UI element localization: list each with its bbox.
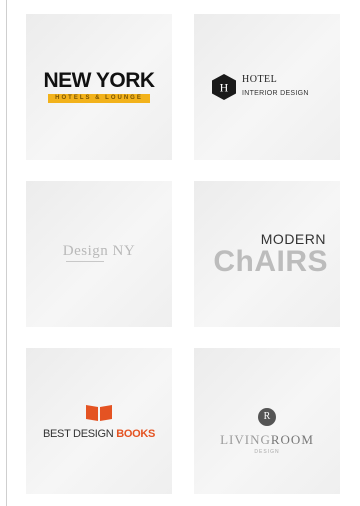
logo-tile-best-design-books[interactable]: BEST DESIGN BOOKS xyxy=(26,348,172,494)
hexagon-icon: H xyxy=(212,74,236,100)
logo-grid: NEW YORK HOTELS & LOUNGE H HOTEL INTERIO… xyxy=(26,14,342,494)
logo-tile-living-room[interactable]: R LIVINGROOM DESIGN xyxy=(194,348,340,494)
design-ny-underline xyxy=(66,261,104,262)
room-word: ROOM xyxy=(270,432,314,447)
books-prefix: BEST DESIGN xyxy=(42,428,117,440)
design-ny-title: Design NY xyxy=(62,243,136,259)
hotel-monogram: H xyxy=(220,81,229,95)
books-wordmark: BEST DESIGN BOOKS xyxy=(26,428,172,440)
living-word: LIVING xyxy=(220,432,271,447)
living-room-monogram: R xyxy=(258,408,276,426)
new-york-title: NEW YORK xyxy=(43,69,155,92)
left-border-line xyxy=(6,0,7,506)
books-highlight: BOOKS xyxy=(116,428,156,440)
open-book-icon xyxy=(86,405,112,421)
logo-tile-modern-chairs[interactable]: MODERN ChAIRS xyxy=(194,181,340,327)
chairs-word: ChAIRS xyxy=(213,245,328,278)
living-room-title: LIVINGROOM xyxy=(194,432,340,448)
hotel-title: HOTEL xyxy=(242,74,278,85)
hotel-subtitle: INTERIOR DESIGN xyxy=(242,90,309,97)
new-york-tagline-bar: HOTELS & LOUNGE xyxy=(48,94,150,103)
logo-tile-hotel[interactable]: H HOTEL INTERIOR DESIGN xyxy=(194,14,340,160)
logo-tile-new-york[interactable]: NEW YORK HOTELS & LOUNGE xyxy=(26,14,172,160)
living-room-sub: DESIGN xyxy=(254,449,280,455)
logo-tile-design-ny[interactable]: Design NY xyxy=(26,181,172,327)
